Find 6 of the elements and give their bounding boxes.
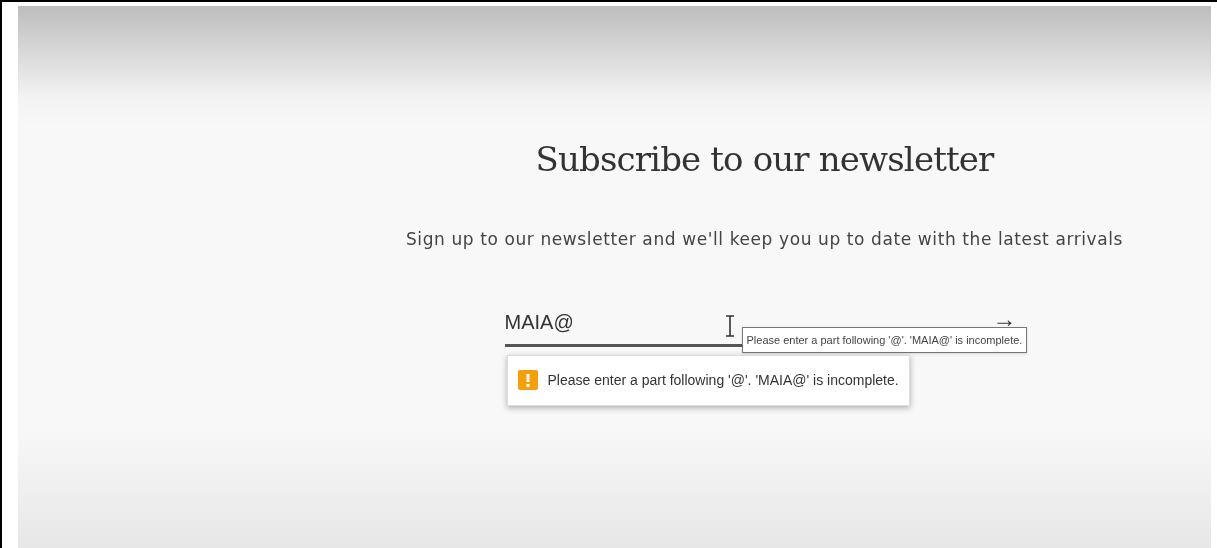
text-cursor-icon [723,314,736,337]
subheading: Sign up to our newsletter and we'll keep you up to date with the latest arrivals [405,228,1124,251]
tooltip: Please enter a part following '@'. 'MAIA@' is incomplete. [741,326,1028,353]
heading: Subscribe to our newsletter [535,138,994,181]
validation-message: Please enter a part following '@'. 'MAIA@' is incomplete. [547,370,899,390]
warning-icon [517,370,538,390]
